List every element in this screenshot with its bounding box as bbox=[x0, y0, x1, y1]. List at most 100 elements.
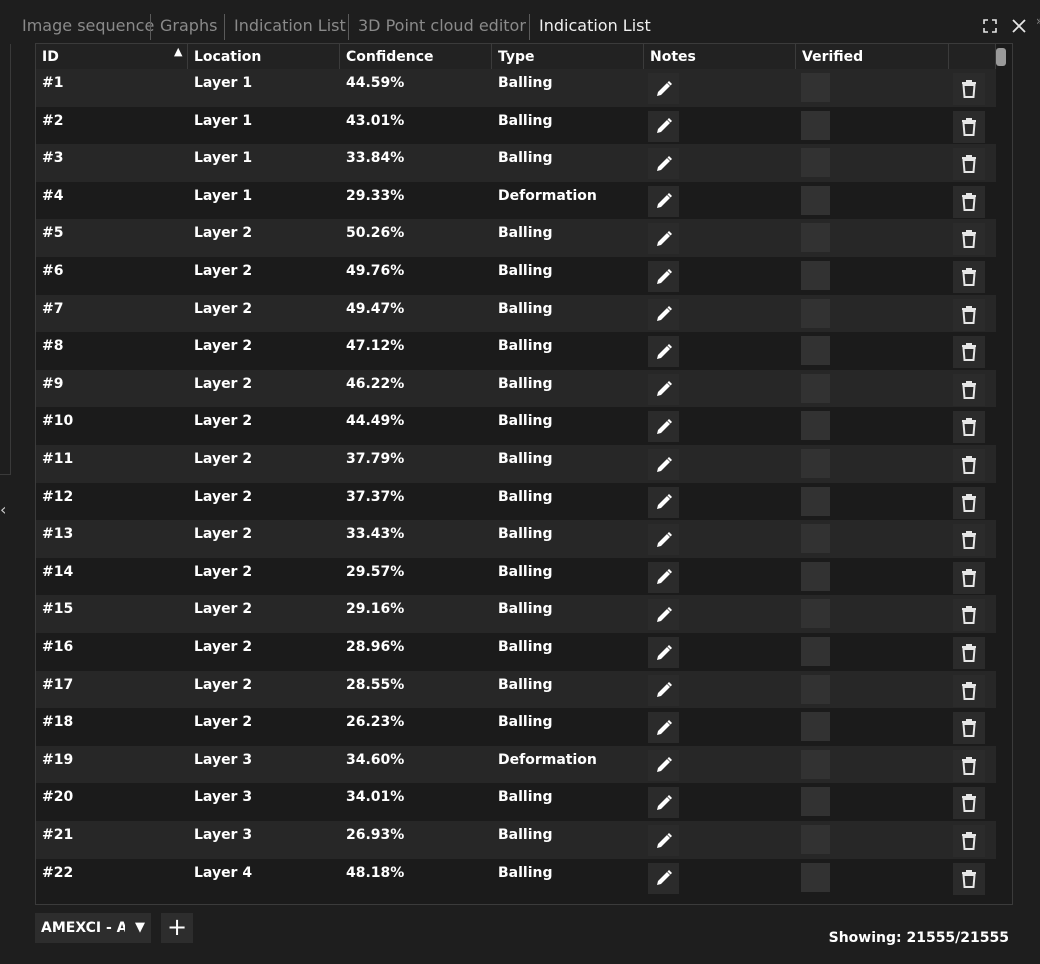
tab-3d-point-cloud-editor[interactable]: 3D Point cloud editor bbox=[350, 14, 534, 38]
delete-button[interactable] bbox=[953, 862, 985, 895]
verified-checkbox[interactable] bbox=[801, 110, 830, 140]
verified-checkbox[interactable] bbox=[801, 599, 830, 629]
table-row[interactable]: #15 Layer 2 29.16% Balling bbox=[36, 595, 996, 633]
verified-checkbox[interactable] bbox=[801, 787, 830, 817]
edit-notes-button[interactable] bbox=[648, 449, 679, 480]
column-header-verified[interactable]: Verified bbox=[796, 44, 949, 69]
add-button[interactable]: + bbox=[161, 913, 193, 943]
column-header-notes[interactable]: Notes bbox=[644, 44, 796, 69]
delete-button[interactable] bbox=[953, 148, 985, 181]
filter-select[interactable]: AMEXCI - Al ▼ bbox=[35, 913, 151, 943]
table-row[interactable]: #7 Layer 2 49.47% Balling bbox=[36, 294, 996, 333]
edit-notes-button[interactable] bbox=[648, 825, 679, 856]
edit-notes-button[interactable] bbox=[648, 486, 679, 518]
edit-notes-button[interactable] bbox=[648, 561, 679, 593]
edit-notes-button[interactable] bbox=[648, 73, 679, 104]
delete-button[interactable] bbox=[953, 185, 985, 218]
delete-button[interactable] bbox=[953, 674, 985, 707]
edit-notes-button[interactable] bbox=[648, 411, 679, 443]
delete-button[interactable] bbox=[953, 524, 985, 557]
edit-notes-button[interactable] bbox=[648, 674, 679, 706]
verified-checkbox[interactable] bbox=[801, 185, 830, 215]
table-row[interactable]: #10 Layer 2 44.49% Balling bbox=[36, 407, 996, 445]
delete-button[interactable] bbox=[953, 223, 985, 256]
column-header-id[interactable]: ID bbox=[36, 44, 188, 69]
verified-checkbox[interactable] bbox=[801, 223, 830, 253]
edit-notes-button[interactable] bbox=[648, 712, 679, 744]
edit-notes-button[interactable] bbox=[648, 749, 679, 781]
delete-button[interactable] bbox=[953, 373, 985, 406]
edit-notes-button[interactable] bbox=[648, 223, 679, 255]
tab-graphs[interactable]: Graphs bbox=[152, 14, 225, 38]
edit-notes-button[interactable] bbox=[648, 185, 679, 217]
table-row[interactable]: #17 Layer 2 28.55% Balling bbox=[36, 670, 996, 709]
edit-notes-button[interactable] bbox=[648, 637, 679, 668]
delete-button[interactable] bbox=[953, 825, 985, 857]
table-row[interactable]: #21 Layer 3 26.93% Balling bbox=[36, 821, 996, 859]
chevron-left-icon[interactable]: ‹ bbox=[0, 500, 6, 519]
edit-notes-button[interactable] bbox=[648, 148, 679, 180]
verified-checkbox[interactable] bbox=[801, 486, 830, 516]
verified-checkbox[interactable] bbox=[801, 862, 830, 892]
verified-checkbox[interactable] bbox=[801, 712, 830, 742]
table-row[interactable]: #8 Layer 2 47.12% Balling bbox=[36, 332, 996, 370]
maximize-icon[interactable] bbox=[982, 18, 997, 38]
table-row[interactable]: #20 Layer 3 34.01% Balling bbox=[36, 783, 996, 821]
vertical-scrollbar[interactable] bbox=[996, 48, 1006, 898]
delete-button[interactable] bbox=[953, 561, 985, 594]
verified-checkbox[interactable] bbox=[801, 261, 830, 290]
tab-indication-list-active[interactable]: Indication List bbox=[531, 14, 659, 38]
verified-checkbox[interactable] bbox=[801, 749, 830, 779]
table-row[interactable]: #9 Layer 2 46.22% Balling bbox=[36, 369, 996, 408]
table-row[interactable]: #22 Layer 4 48.18% Balling bbox=[36, 858, 996, 897]
verified-checkbox[interactable] bbox=[801, 561, 830, 591]
table-row[interactable]: #12 Layer 2 37.37% Balling bbox=[36, 482, 996, 521]
table-row[interactable]: #1 Layer 1 44.59% Balling bbox=[36, 69, 996, 107]
table-row[interactable]: #13 Layer 2 33.43% Balling bbox=[36, 520, 996, 558]
verified-checkbox[interactable] bbox=[801, 825, 830, 854]
delete-button[interactable] bbox=[953, 787, 985, 820]
verified-checkbox[interactable] bbox=[801, 674, 830, 704]
table-row[interactable]: #14 Layer 2 29.57% Balling bbox=[36, 557, 996, 596]
verified-checkbox[interactable] bbox=[801, 411, 830, 441]
table-row[interactable]: #18 Layer 2 26.23% Balling bbox=[36, 708, 996, 746]
delete-button[interactable] bbox=[953, 73, 985, 105]
table-row[interactable]: #6 Layer 2 49.76% Balling bbox=[36, 257, 996, 295]
delete-button[interactable] bbox=[953, 712, 985, 745]
verified-checkbox[interactable] bbox=[801, 637, 830, 666]
edit-notes-button[interactable] bbox=[648, 336, 679, 368]
verified-checkbox[interactable] bbox=[801, 148, 830, 178]
delete-button[interactable] bbox=[953, 486, 985, 519]
edit-notes-button[interactable] bbox=[648, 298, 679, 330]
delete-button[interactable] bbox=[953, 298, 985, 331]
tab-image-sequence[interactable]: Image sequence bbox=[14, 14, 162, 38]
verified-checkbox[interactable] bbox=[801, 373, 830, 403]
column-header-location[interactable]: Location bbox=[188, 44, 340, 69]
column-header-type[interactable]: Type bbox=[492, 44, 644, 69]
edit-notes-button[interactable] bbox=[648, 110, 679, 142]
edit-notes-button[interactable] bbox=[648, 787, 679, 819]
verified-checkbox[interactable] bbox=[801, 73, 830, 102]
table-row[interactable]: #4 Layer 1 29.33% Deformation bbox=[36, 181, 996, 220]
table-row[interactable]: #19 Layer 3 34.60% Deformation bbox=[36, 745, 996, 784]
delete-button[interactable] bbox=[953, 449, 985, 481]
edit-notes-button[interactable] bbox=[648, 524, 679, 556]
delete-button[interactable] bbox=[953, 110, 985, 143]
delete-button[interactable] bbox=[953, 336, 985, 369]
delete-button[interactable] bbox=[953, 411, 985, 444]
delete-button[interactable] bbox=[953, 261, 985, 293]
close-icon[interactable] bbox=[1012, 18, 1026, 38]
edit-notes-button[interactable] bbox=[648, 261, 679, 292]
table-row[interactable]: #5 Layer 2 50.26% Balling bbox=[36, 219, 996, 257]
delete-button[interactable] bbox=[953, 749, 985, 782]
verified-checkbox[interactable] bbox=[801, 298, 830, 328]
edit-notes-button[interactable] bbox=[648, 599, 679, 631]
table-row[interactable]: #16 Layer 2 28.96% Balling bbox=[36, 633, 996, 671]
delete-button[interactable] bbox=[953, 599, 985, 632]
verified-checkbox[interactable] bbox=[801, 336, 830, 366]
verified-checkbox[interactable] bbox=[801, 449, 830, 478]
edit-notes-button[interactable] bbox=[648, 373, 679, 405]
table-row[interactable]: #11 Layer 2 37.79% Balling bbox=[36, 445, 996, 483]
scrollbar-thumb[interactable] bbox=[996, 48, 1006, 66]
table-row[interactable]: #3 Layer 1 33.84% Balling bbox=[36, 144, 996, 182]
